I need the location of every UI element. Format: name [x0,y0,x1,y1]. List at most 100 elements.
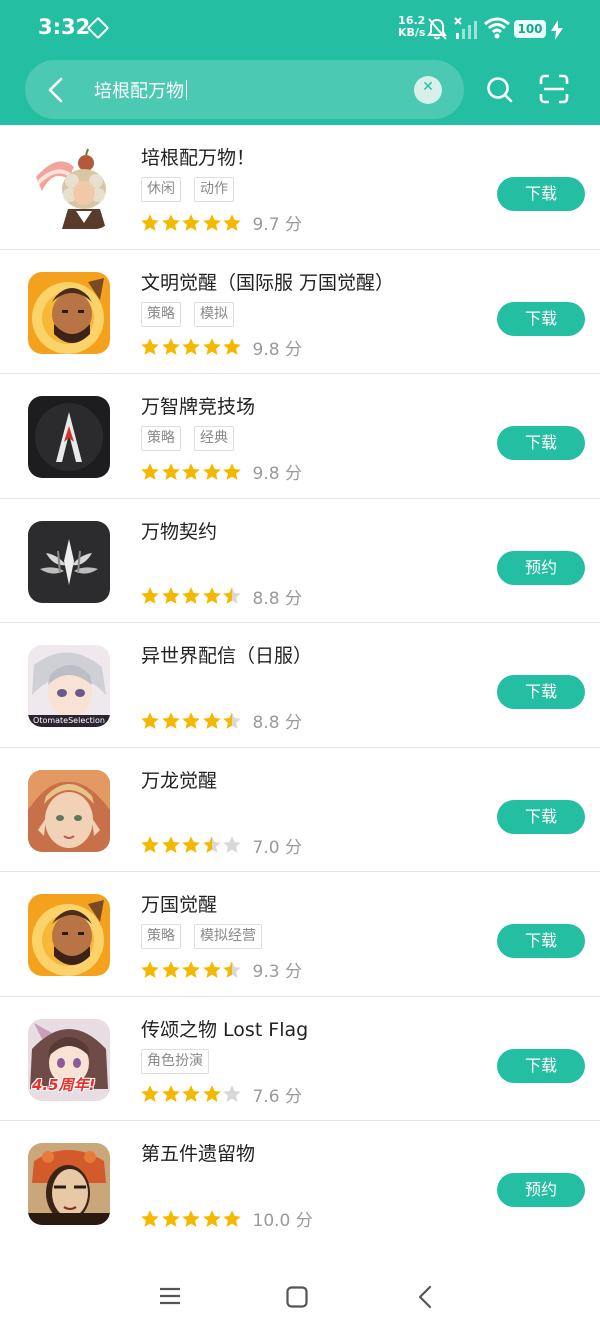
star-icon [223,960,241,978]
app-list-item[interactable]: 万国觉醒策略 模拟经营 9.3 分 下载 [0,872,600,997]
app-name[interactable]: 万国觉醒 [141,890,217,917]
star-icon [202,1085,221,1102]
clock: 3:32 [38,15,91,39]
app-name[interactable]: 文明觉醒（国际服 万国觉醒） [141,268,394,295]
star-icon [141,711,159,729]
download-button[interactable]: 下载 [497,301,585,336]
rating-score: 10.0 分 [252,1211,313,1231]
rating: 9.3 分 [140,957,302,982]
clear-search-button[interactable]: ✕ [414,76,442,104]
tag-list: 休闲 动作 [141,177,234,202]
star-icon [141,587,159,604]
navigation-bar [0,1245,600,1333]
menu-icon[interactable] [159,1287,181,1305]
star-icon [223,1209,241,1227]
rating-score: 9.7 分 [252,215,302,235]
bacon-man-icon[interactable] [28,147,110,229]
star-icon [223,836,241,853]
star-icon [141,462,159,480]
app-list-item[interactable]: OtomateSelection 异世界配信（日服） 8.8 分 下载 [0,623,600,748]
home-icon[interactable] [286,1286,308,1308]
star-icon [141,1209,159,1227]
app-list-item[interactable]: 4.5周年! 传颂之物 Lost Flag 角色扮演 7.6 分 下载 [0,997,600,1121]
app-name[interactable]: 第五件遗留物 [141,1139,255,1166]
star-icon [202,836,221,853]
app-list-item[interactable]: 文明觉醒（国际服 万国觉醒） 策略 模拟 9.8 分 下载 [0,250,600,374]
star-icon [202,338,221,355]
star-icon [161,213,180,231]
app-list-item[interactable]: 万龙觉醒 7.0 分 下载 [0,748,600,872]
star-icon [161,1209,180,1227]
top-header: 3:32 16.2 KB/s 100 培根配万物 ✕ [0,0,600,125]
wifi-icon [484,17,510,39]
tag-list: 策略 模拟经营 [141,924,262,949]
star-icon [161,1085,180,1102]
rating-score: 9.8 分 [252,339,302,360]
star-icon [182,836,200,853]
rating-score: 7.6 分 [252,1086,302,1107]
anime-boy-icon[interactable]: OtomateSelection [28,645,110,727]
star-icon [202,462,221,480]
app-name[interactable]: 培根配万物！ [141,143,255,170]
star-icon [182,462,200,480]
rating: 9.7 分 [140,210,302,235]
app-name[interactable]: 万智牌竞技场 [141,392,255,419]
app-name[interactable]: 异世界配信（日服） [141,641,312,668]
app-name[interactable]: 万物契约 [141,517,217,544]
app-list-item[interactable]: 万物契约 8.8 分 预约 [0,499,600,623]
rating: 9.8 分 [140,335,302,360]
back-icon[interactable] [417,1285,433,1309]
genre-tag: 经典 [194,426,234,451]
app-list: 培根配万物！ 休闲 动作 9.7 分下载 文明觉醒（国际服 万国觉醒） 策略 模拟 9.8 分… [0,125,600,1246]
anime-girl-icon[interactable]: 4.5周年! [28,1018,110,1101]
rating: 10.0 分 [140,1206,313,1231]
leaf-emblem-icon[interactable] [28,520,110,603]
tag-list: 角色扮演 [141,1048,209,1074]
star-icon [202,711,221,729]
genre-tag: 模拟 [194,301,234,327]
warrior-icon[interactable] [28,271,110,354]
star-icon [161,836,180,853]
genre-tag: 角色扮演 [141,1048,209,1074]
rating: 7.0 分 [140,833,302,858]
app-name[interactable]: 万龙觉醒 [141,766,217,793]
download-button[interactable]: 下载 [497,1048,585,1083]
arena-icon[interactable] [28,396,110,478]
star-icon [223,213,241,231]
genre-tag: 模拟经营 [194,924,262,949]
app-list-item[interactable]: 培根配万物！ 休闲 动作 9.7 分 下载 [0,125,600,250]
app-name[interactable]: 传颂之物 Lost Flag [141,1015,308,1042]
network-speed: 16.2 KB/s [398,14,426,39]
download-button[interactable]: 下载 [497,675,585,709]
search-input[interactable]: 培根配万物 [94,77,187,103]
tag-list: 策略 模拟 [141,301,234,327]
reserve-button[interactable]: 预约 [497,550,585,585]
star-icon [202,213,221,231]
star-icon [141,960,159,978]
download-button[interactable]: 下载 [497,177,585,211]
star-icon [182,711,200,729]
star-icon [161,462,180,480]
download-button[interactable]: 下载 [497,426,585,460]
scan-icon[interactable] [539,74,569,104]
search-bar[interactable]: 培根配万物 ✕ [25,60,464,119]
app-list-item[interactable]: 第五件遗留物 10.0 分 预约 [0,1121,600,1246]
painted-face-icon[interactable] [28,1143,110,1225]
star-icon [223,462,241,480]
star-icon [182,960,200,978]
back-arrow-icon[interactable] [43,76,69,104]
elf-icon[interactable] [28,769,110,852]
app-list-item[interactable]: 万智牌竞技场 策略 经典 9.8 分 下载 [0,374,600,499]
rating: 8.8 分 [140,708,302,733]
warrior-icon[interactable] [28,894,110,976]
rating-score: 7.0 分 [252,837,302,858]
rating-score: 9.8 分 [252,464,302,484]
star-icon [182,1085,200,1102]
star-icon [141,213,159,231]
search-icon[interactable] [486,76,514,104]
reserve-button[interactable]: 预约 [497,1173,585,1207]
star-icon [141,836,159,853]
download-button[interactable]: 下载 [497,924,585,958]
download-button[interactable]: 下载 [497,799,585,834]
star-icon [161,587,180,604]
